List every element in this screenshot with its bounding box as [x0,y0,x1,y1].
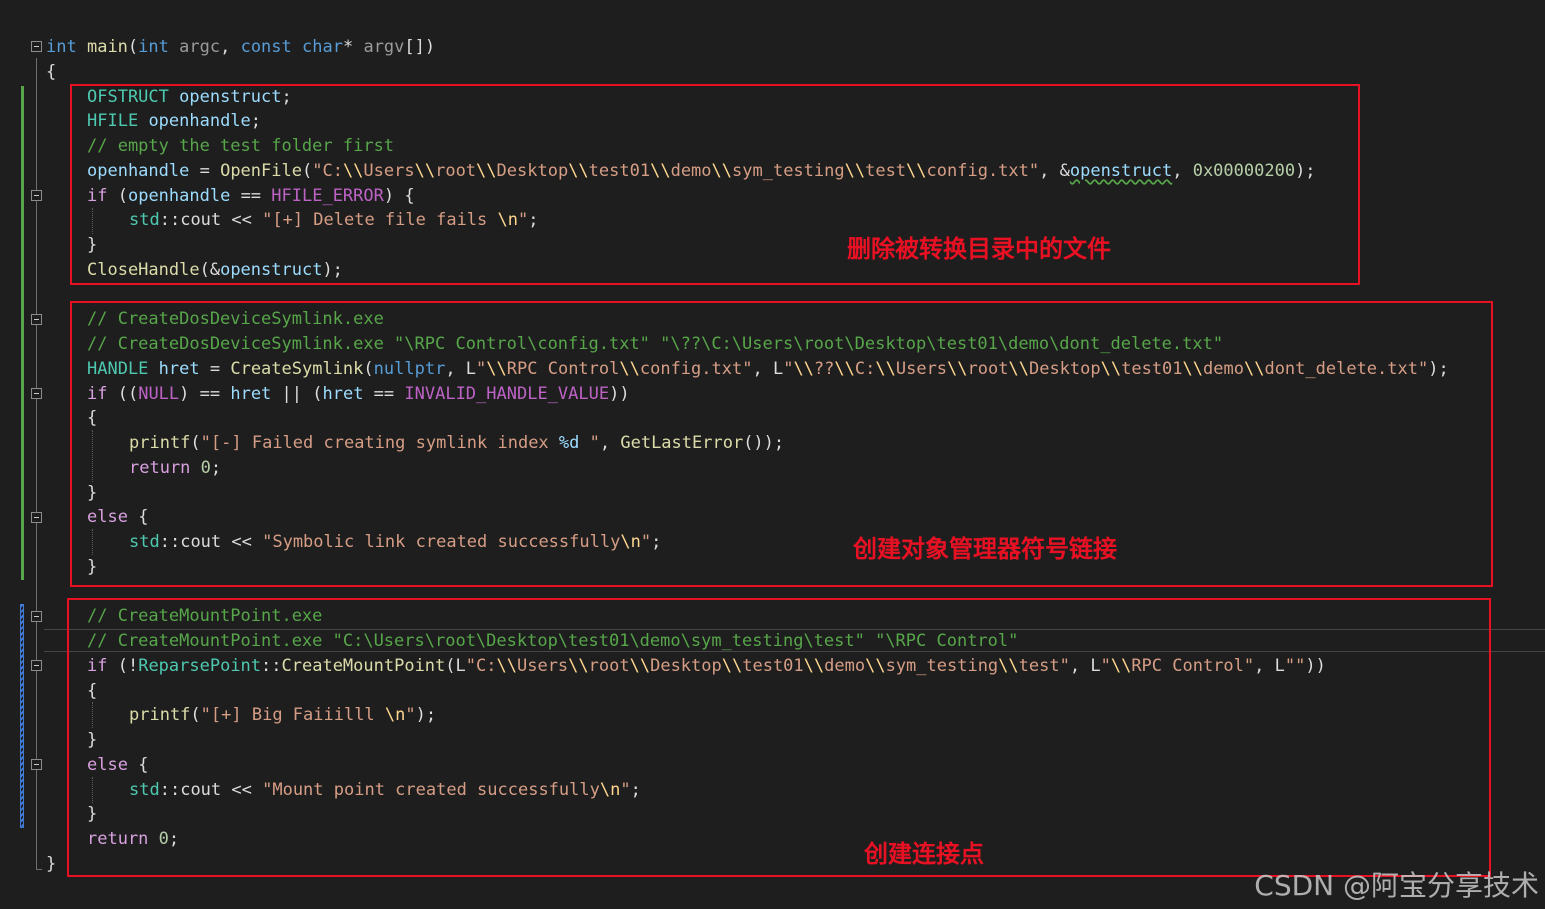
highlight-box-delete-files [70,84,1360,285]
fold-toggle-if-mountpoint[interactable] [31,660,42,671]
code-token: const [240,37,292,57]
code-editor[interactable]: int main(int argc, const char* argv[]){O… [0,0,1545,909]
code-token: argv [363,37,405,57]
annotation-create-mountpoint: 创建连接点 [864,840,984,868]
fold-toggle-main[interactable] [31,41,42,52]
code-token: char [302,37,343,57]
code-token: main [86,37,128,57]
code-token: * [342,37,364,57]
fold-toggle-comment-symlink[interactable] [31,314,42,325]
change-indicator-unsaved [20,604,24,828]
fold-toggle-comment-mountpoint[interactable] [31,611,42,622]
code-token: int [138,37,169,57]
fold-toggle-if-hret[interactable] [31,388,42,399]
watermark: CSDN @阿宝分享技术 [1254,869,1539,902]
highlight-box-mountpoint [67,598,1491,877]
code-token: } [46,853,57,874]
code-token: argc [179,37,221,57]
code-text: { [46,60,56,84]
code-token: ( [127,37,139,57]
fold-toggle-else-mountpoint[interactable] [31,759,42,770]
annotation-delete-files: 删除被转换目录中的文件 [847,235,1111,263]
scope-guide-end [36,869,42,870]
code-token: { [46,61,57,82]
fold-toggle-if-openhandle[interactable] [31,190,42,201]
code-token: , [220,37,241,57]
code-text: int main(int argc, const char* argv[]) [46,35,435,59]
code-token: int [46,37,77,57]
scope-guide-main [36,58,37,870]
highlight-box-symlink [70,301,1493,587]
annotation-create-symlink: 创建对象管理器符号链接 [853,535,1117,563]
fold-toggle-else-symlink[interactable] [31,512,42,523]
code-token: []) [404,37,436,57]
change-indicator-saved [21,86,24,580]
code-text: } [46,852,56,876]
